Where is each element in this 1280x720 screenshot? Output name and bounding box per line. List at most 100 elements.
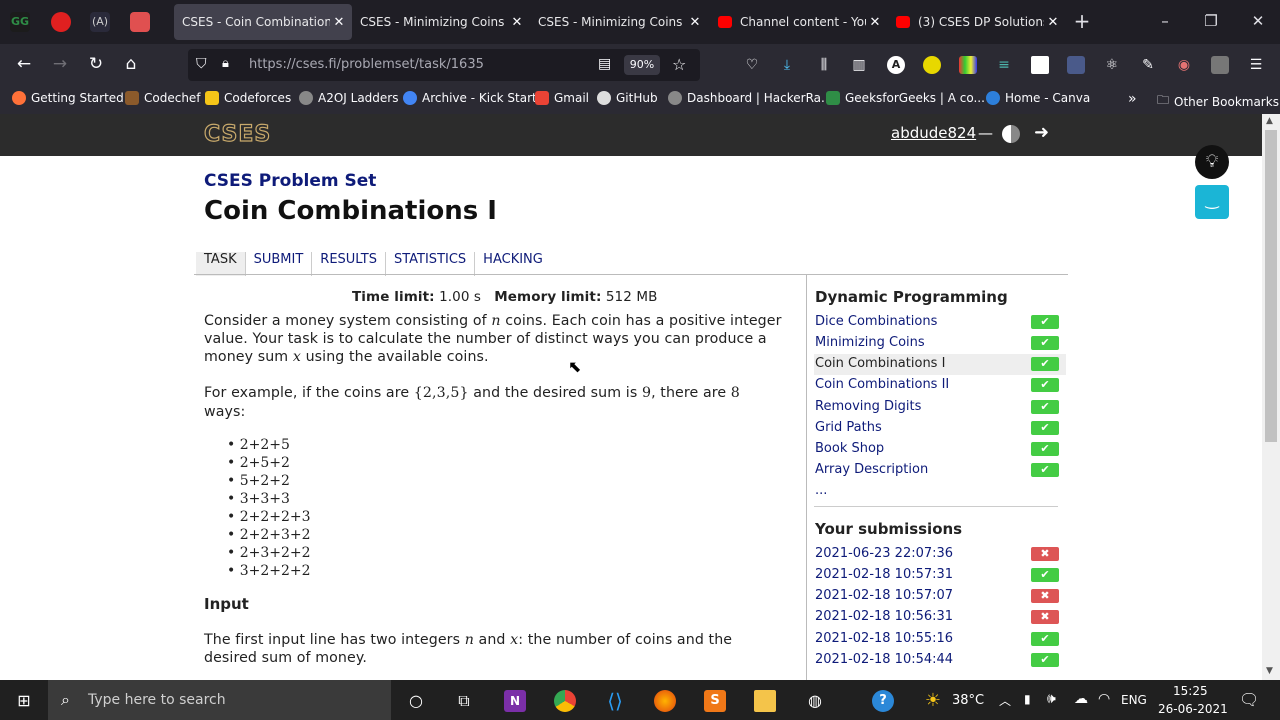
reload-icon[interactable]: ↻ xyxy=(85,54,107,74)
problem-link[interactable]: Removing Digits xyxy=(815,399,921,414)
close-icon[interactable]: ✕ xyxy=(330,15,348,30)
problem-set-title[interactable]: CSES Problem Set xyxy=(204,171,376,191)
pencil-icon[interactable]: ✎ xyxy=(1139,56,1157,74)
bookmark-codechef[interactable]: Codechef xyxy=(125,91,201,105)
close-icon[interactable]: ✕ xyxy=(686,15,704,30)
submission-row[interactable]: 2021-02-18 10:57:07 ✖ xyxy=(814,586,1066,607)
shield-icon[interactable]: ⛉ xyxy=(196,56,207,72)
chrome-icon[interactable] xyxy=(554,690,576,712)
file-explorer-icon[interactable] xyxy=(754,690,776,712)
submission-link[interactable]: 2021-02-18 10:54:44 xyxy=(815,652,953,667)
sidebar-problem[interactable]: Grid Paths ✔ xyxy=(814,418,1066,439)
close-icon[interactable]: ✕ xyxy=(866,15,884,30)
weather-sun-icon[interactable]: ☀ xyxy=(922,690,944,712)
bookmark-github[interactable]: GitHub xyxy=(597,91,658,105)
tab-statistics[interactable]: STATISTICS xyxy=(386,252,476,276)
bookmark-getting-started[interactable]: Getting Started xyxy=(12,91,124,105)
search-input[interactable]: Type here to search xyxy=(88,692,226,708)
tab-task[interactable]: TASK xyxy=(196,252,246,276)
bookmark-codeforces[interactable]: Codeforces xyxy=(205,91,291,105)
battery-icon[interactable]: ▮ xyxy=(1024,692,1031,706)
reader-view-icon[interactable]: ▤ xyxy=(598,56,611,72)
task-view-icon[interactable]: ⧉ xyxy=(453,690,475,712)
menu-hamburger-icon[interactable]: ☰ xyxy=(1247,56,1265,74)
floating-smile-widget-icon[interactable]: ‿ xyxy=(1195,185,1229,219)
logout-icon[interactable]: ➜ xyxy=(1034,122,1049,143)
notification-center-icon[interactable]: 🗨︎ xyxy=(1239,690,1259,709)
obs-icon[interactable]: ◍ xyxy=(804,690,826,712)
cloud-icon[interactable]: ☁ xyxy=(1074,691,1088,707)
extension-lines-icon[interactable]: ≡ xyxy=(995,56,1013,74)
scroll-up-icon[interactable]: ▲ xyxy=(1266,116,1273,126)
floating-lightbulb-icon[interactable]: 💡︎ xyxy=(1195,145,1229,179)
bookmark-gmail[interactable]: Gmail xyxy=(535,91,589,105)
submission-link[interactable]: 2021-02-18 10:56:31 xyxy=(815,609,953,624)
bookmark-canva[interactable]: Home - Canva xyxy=(986,91,1090,105)
forward-arrow-icon[interactable]: → xyxy=(49,54,71,74)
language-indicator[interactable]: ENG xyxy=(1121,693,1147,707)
new-tab-button[interactable]: + xyxy=(1072,9,1092,33)
clock-date[interactable]: 26-06-2021 xyxy=(1158,702,1228,716)
pocket-icon[interactable]: ♡ xyxy=(743,56,761,74)
sidebar-problem[interactable]: Dice Combinations ✔ xyxy=(814,312,1066,333)
vscode-icon[interactable]: ⟨⟩ xyxy=(604,690,626,712)
submission-row[interactable]: 2021-02-18 10:57:31 ✔ xyxy=(814,565,1066,586)
tab-results[interactable]: RESULTS xyxy=(312,252,386,276)
firefox-taskbar-icon[interactable] xyxy=(654,690,676,712)
account-avatar-icon[interactable]: A xyxy=(887,56,905,74)
submission-row[interactable]: 2021-06-23 22:07:36 ✖ xyxy=(814,544,1066,565)
onenote-icon[interactable]: N xyxy=(504,690,526,712)
problem-link[interactable]: Dice Combinations xyxy=(815,314,937,329)
problem-link[interactable]: Coin Combinations I xyxy=(815,356,945,371)
problem-link[interactable]: Minimizing Coins xyxy=(815,335,925,350)
sidebar-problem[interactable]: Coin Combinations II ✔ xyxy=(814,375,1066,396)
tab-submit[interactable]: SUBMIT xyxy=(246,252,313,276)
volume-icon[interactable]: 🕪︎ xyxy=(1047,691,1056,707)
bookmark-geeksforgeeks[interactable]: GeeksforGeeks | A co... xyxy=(826,91,985,105)
submission-link[interactable]: 2021-02-18 10:57:07 xyxy=(815,588,953,603)
taskbar-search[interactable]: ⌕ Type here to search xyxy=(48,680,391,720)
problem-link[interactable]: Book Shop xyxy=(815,441,884,456)
bookmark-star-icon[interactable]: ☆ xyxy=(672,55,686,74)
bookmark-hackerrank[interactable]: Dashboard | HackerRa... xyxy=(668,91,832,105)
extension-play-icon[interactable] xyxy=(1211,56,1229,74)
close-icon[interactable]: ✕ xyxy=(508,15,526,30)
zoom-level[interactable]: 90% xyxy=(624,55,660,75)
download-icon[interactable]: ⤓ xyxy=(778,56,796,74)
home-icon[interactable]: ⌂ xyxy=(120,54,142,74)
sidebar-problem[interactable]: Removing Digits ✔ xyxy=(814,397,1066,418)
sidebar-problem-current[interactable]: Coin Combinations I ✔ xyxy=(814,354,1066,375)
scroll-thumb[interactable] xyxy=(1265,130,1277,442)
windows-start-icon[interactable]: ⊞ xyxy=(13,690,35,712)
page-scrollbar[interactable]: ▲ ▼ xyxy=(1262,114,1280,680)
tab-cses-dp-solutions[interactable]: (3) CSES DP Solutions ✕ xyxy=(888,4,1066,40)
window-close-icon[interactable]: ✕ xyxy=(1248,12,1268,30)
submission-row[interactable]: 2021-02-18 10:55:16 ✔ xyxy=(814,629,1066,650)
back-arrow-icon[interactable]: ← xyxy=(13,54,35,74)
extension-cursor-icon[interactable] xyxy=(1067,56,1085,74)
todoist-pinned-tab-icon[interactable] xyxy=(130,12,150,32)
sidebar-icon[interactable]: ▥ xyxy=(850,56,868,74)
help-icon[interactable]: ? xyxy=(872,690,894,712)
username-link[interactable]: abdude824 xyxy=(891,124,976,142)
dark-mode-toggle-icon[interactable] xyxy=(1002,125,1020,143)
submission-link[interactable]: 2021-02-18 10:57:31 xyxy=(815,567,953,582)
extension-color-icon[interactable] xyxy=(959,56,977,74)
clock-time[interactable]: 15:25 xyxy=(1173,684,1208,698)
tab-hacking[interactable]: HACKING xyxy=(475,252,551,276)
youtube-music-pinned-tab-icon[interactable] xyxy=(51,12,71,32)
extension-yellow-icon[interactable] xyxy=(923,56,941,74)
sidebar-problem[interactable]: Array Description ✔ xyxy=(814,460,1066,481)
more-bookmarks-chevron-icon[interactable]: » xyxy=(1128,91,1137,107)
gfg-pinned-tab-icon[interactable]: GG xyxy=(10,12,30,32)
tab-channel-content[interactable]: Channel content - YouTube ✕ xyxy=(710,4,888,40)
cses-logo[interactable]: CSES xyxy=(203,121,271,147)
extension-flag-icon[interactable] xyxy=(1031,56,1049,74)
scroll-down-icon[interactable]: ▼ xyxy=(1266,666,1273,676)
url-text[interactable]: https://cses.fi/problemset/task/1635 xyxy=(249,57,484,72)
problem-link[interactable]: Coin Combinations II xyxy=(815,377,949,392)
url-bar[interactable]: ⛉ 🔒︎ https://cses.fi/problemset/task/163… xyxy=(188,49,700,81)
more-link[interactable]: ... xyxy=(815,483,827,498)
show-hidden-icons-chevron-icon[interactable]: ︿ xyxy=(999,692,1011,709)
react-devtools-icon[interactable]: ⚛ xyxy=(1103,56,1121,74)
